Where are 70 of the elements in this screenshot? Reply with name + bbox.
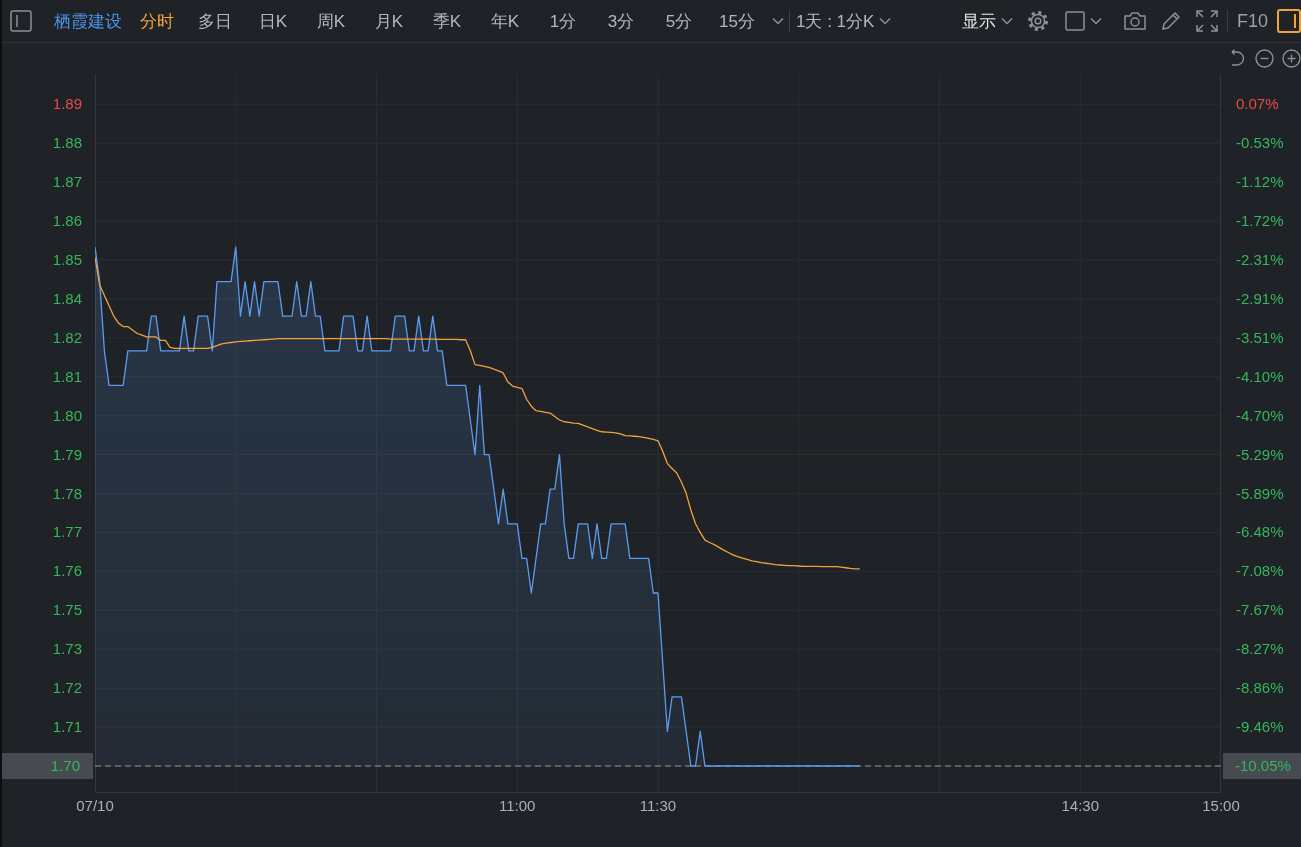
period-tab[interactable]: 周K xyxy=(302,0,360,42)
period-tab[interactable]: 年K xyxy=(476,0,534,42)
period-tab[interactable]: 分时 xyxy=(128,0,186,42)
price-axis-label: 1.77 xyxy=(52,522,82,543)
time-axis-label: 11:00 xyxy=(499,797,536,814)
display-dropdown[interactable]: 显示 xyxy=(961,6,1013,36)
price-axis-label: 1.75 xyxy=(52,600,82,621)
time-axis-label: 15:00 xyxy=(1202,797,1240,814)
price-axis-label: 1.88 xyxy=(52,133,82,154)
period-tab[interactable]: 多日 xyxy=(186,0,244,42)
percent-axis-label: 0.07% xyxy=(1236,94,1279,115)
period-tab[interactable]: 季K xyxy=(418,0,476,42)
percent-axis-label: -10.05% xyxy=(1235,757,1291,775)
percent-axis-label: -8.86% xyxy=(1236,678,1284,699)
price-axis-label: 1.87 xyxy=(52,172,82,193)
price-axis-label: 1.89 xyxy=(52,94,82,115)
f10-button[interactable]: F10 xyxy=(1236,10,1268,32)
percent-axis-label: -0.53% xyxy=(1236,133,1284,154)
period-tab[interactable]: 5分 xyxy=(650,0,708,42)
percent-axis-label: -7.67% xyxy=(1236,600,1284,621)
caret-icon xyxy=(1000,17,1013,25)
camera-icon[interactable] xyxy=(1122,11,1147,31)
sidebar-icon[interactable] xyxy=(10,10,32,32)
price-axis-label: 1.85 xyxy=(52,249,82,270)
period-tab[interactable]: 月K xyxy=(360,0,418,42)
price-axis-label: 1.72 xyxy=(52,678,82,699)
range-dropdown[interactable]: 1天 : 1分K xyxy=(796,6,892,36)
pencil-icon[interactable] xyxy=(1160,11,1181,31)
price-axis-label: 1.73 xyxy=(52,639,82,660)
percent-axis-label: -5.89% xyxy=(1236,483,1284,504)
period-tab[interactable]: 1分 xyxy=(534,0,592,42)
price-axis-label: 1.79 xyxy=(52,444,82,465)
percent-axis-label: -2.31% xyxy=(1236,249,1284,270)
caret-icon xyxy=(879,17,892,25)
period-tab[interactable]: 3分 xyxy=(592,0,650,42)
price-axis-label: 1.86 xyxy=(52,211,82,232)
percent-axis-label: -3.51% xyxy=(1236,327,1284,348)
price-axis-label: 1.81 xyxy=(52,366,82,387)
zoom-out-icon[interactable] xyxy=(1255,49,1274,68)
zoom-in-icon[interactable] xyxy=(1282,49,1301,68)
percent-axis-label: -2.91% xyxy=(1236,288,1284,309)
percent-axis-label: -9.46% xyxy=(1236,717,1284,738)
fullscreen-icon[interactable] xyxy=(1195,10,1218,32)
caret-icon[interactable] xyxy=(1089,17,1102,25)
price-axis-label: 1.80 xyxy=(52,405,82,426)
settings-icon[interactable] xyxy=(1026,10,1049,32)
time-axis-label: 14:30 xyxy=(1061,797,1099,814)
percent-axis-label: -4.10% xyxy=(1236,366,1284,387)
period-tab[interactable]: 日K xyxy=(244,0,302,42)
percent-axis-label: -6.48% xyxy=(1236,522,1284,543)
price-axis-label: 1.84 xyxy=(52,288,82,309)
period-tab[interactable]: 15分 xyxy=(708,0,766,42)
price-axis-label: 1.82 xyxy=(52,327,82,348)
undo-icon[interactable] xyxy=(1228,49,1247,68)
time-axis-label: 11:30 xyxy=(639,797,677,814)
percent-axis-label: -5.29% xyxy=(1236,444,1284,465)
price-axis-label: 1.71 xyxy=(52,717,82,738)
caret-icon[interactable] xyxy=(772,17,784,25)
price-axis-label: 1.78 xyxy=(52,483,82,504)
square-icon[interactable] xyxy=(1064,11,1085,31)
side-panel-icon[interactable] xyxy=(1277,9,1301,33)
time-axis-label: 07/10 xyxy=(76,797,114,814)
percent-axis-label: -7.08% xyxy=(1236,561,1284,582)
price-axis-label: 1.70 xyxy=(50,757,80,775)
percent-axis-label: -8.27% xyxy=(1236,639,1284,660)
percent-axis-label: -4.70% xyxy=(1236,405,1284,426)
price-axis-label: 1.76 xyxy=(52,561,82,582)
stock-name: 栖霞建设 xyxy=(54,10,123,33)
percent-axis-label: -1.72% xyxy=(1236,211,1284,232)
percent-axis-label: -1.12% xyxy=(1236,172,1284,193)
